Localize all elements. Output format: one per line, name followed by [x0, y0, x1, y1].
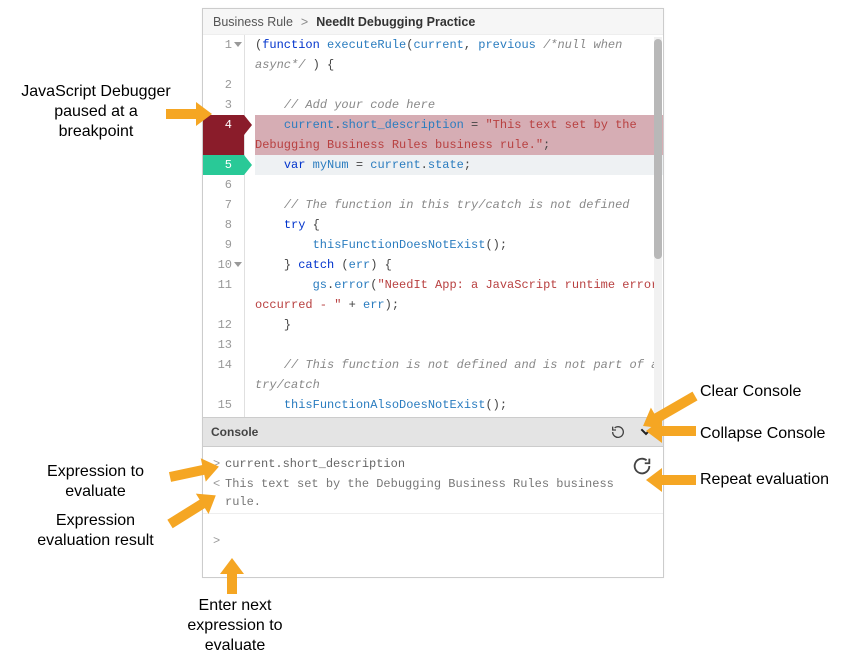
code-line[interactable]: var myNum = current.state; [255, 155, 663, 175]
line-number[interactable]: 11 [203, 275, 244, 315]
line-number[interactable]: 1 [203, 35, 244, 75]
arrow-collapse-console [660, 426, 696, 436]
code-area[interactable]: (function executeRule(current, previous … [245, 35, 663, 417]
console-divider [203, 513, 663, 514]
line-number[interactable]: 9 [203, 235, 244, 255]
code-line[interactable] [255, 335, 663, 355]
console-body: > current.short_description < This text … [203, 447, 663, 575]
clear-console-button[interactable] [609, 423, 627, 441]
code-line[interactable] [255, 175, 663, 195]
breadcrumb-current: NeedIt Debugging Practice [316, 9, 475, 35]
code-line[interactable]: thisFunctionDoesNotExist(); [255, 235, 663, 255]
console-input-text: current.short_description [225, 455, 653, 473]
arrow-expr-eval [169, 465, 206, 482]
arrow-eval-result [167, 499, 206, 529]
prompt-sigil: > [213, 532, 225, 550]
line-number[interactable]: 7 [203, 195, 244, 215]
annot-expr-eval: Expression to evaluate [18, 462, 173, 502]
code-line[interactable]: // The function in this try/catch is not… [255, 195, 663, 215]
annot-repeat-eval: Repeat evaluation [700, 470, 829, 490]
breadcrumb: Business Rule > NeedIt Debugging Practic… [203, 9, 663, 35]
annot-eval-result: Expression evaluation result [18, 511, 173, 551]
gutter[interactable]: 1234567891011121314151617 [203, 35, 245, 417]
line-number[interactable]: 13 [203, 335, 244, 355]
line-number[interactable]: 10 [203, 255, 244, 275]
debugger-panel: Business Rule > NeedIt Debugging Practic… [202, 8, 664, 578]
annot-enter-next: Enter next expression to evaluate [165, 596, 305, 656]
code-line[interactable]: try { [255, 215, 663, 235]
console-title: Console [211, 425, 258, 439]
code-line[interactable]: // This function is not defined and is n… [255, 355, 663, 395]
line-number[interactable]: 15 [203, 395, 244, 415]
console-prompt-row[interactable]: > [213, 532, 653, 550]
line-number[interactable]: 8 [203, 215, 244, 235]
console-output-row: < This text set by the Debugging Busines… [213, 475, 653, 511]
code-line[interactable]: current.short_description = "This text s… [255, 115, 663, 155]
console-output-text: This text set by the Debugging Business … [225, 475, 653, 511]
line-number[interactable]: 14 [203, 355, 244, 395]
code-line[interactable]: (function executeRule(current, previous … [255, 35, 663, 75]
console-header: Console [203, 417, 663, 447]
annot-collapse-console: Collapse Console [700, 424, 825, 444]
code-editor[interactable]: 1234567891011121314151617 (function exec… [203, 35, 663, 417]
arrow-repeat-eval [660, 475, 696, 485]
line-number[interactable]: 12 [203, 315, 244, 335]
annot-debugger-paused: JavaScript Debugger paused at a breakpoi… [20, 82, 172, 142]
code-line[interactable]: thisFunctionAlsoDoesNotExist(); [255, 395, 663, 415]
breadcrumb-separator: > [301, 9, 308, 35]
line-number[interactable]: 5 [203, 155, 244, 175]
line-number[interactable]: 16 [203, 415, 244, 417]
code-line[interactable]: gs.error("NeedIt App: a JavaScript runti… [255, 275, 663, 315]
scrollbar-thumb[interactable] [654, 39, 662, 259]
code-line[interactable] [255, 75, 663, 95]
line-number[interactable]: 2 [203, 75, 244, 95]
console-input-row: > current.short_description [213, 455, 653, 473]
code-line[interactable]: } catch (err) { [255, 255, 663, 275]
arrow-enter-next [227, 572, 237, 594]
breadcrumb-parent[interactable]: Business Rule [213, 9, 293, 35]
code-line[interactable]: // Add your code here [255, 95, 663, 115]
annot-clear-console: Clear Console [700, 382, 801, 402]
code-line[interactable]: } [255, 315, 663, 335]
code-line[interactable] [255, 415, 663, 417]
line-number[interactable]: 6 [203, 175, 244, 195]
scrollbar-vertical[interactable] [654, 37, 662, 417]
arrow-debugger-paused [166, 109, 198, 119]
